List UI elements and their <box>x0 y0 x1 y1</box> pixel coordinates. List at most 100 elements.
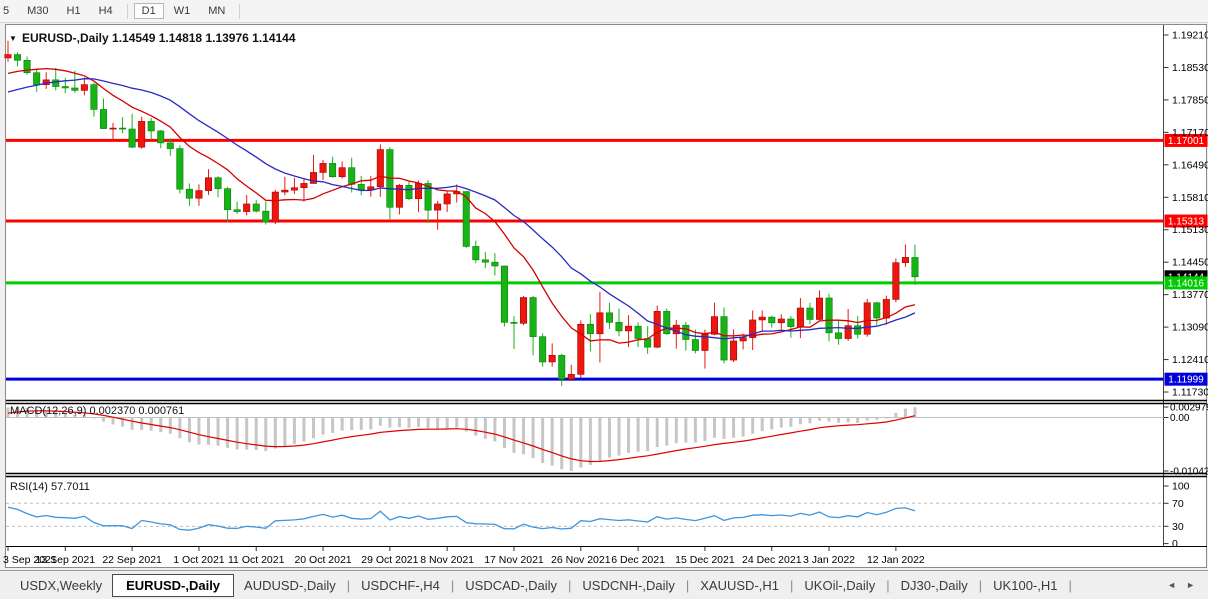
macd-histogram-bar <box>169 417 172 433</box>
macd-histogram-bar <box>665 417 668 445</box>
macd-histogram-bar <box>341 417 344 430</box>
macd-histogram-bar <box>646 417 649 451</box>
timeframe-button-MN[interactable]: MN <box>200 3 233 19</box>
macd-histogram-bar <box>608 417 611 457</box>
candle <box>243 204 249 212</box>
candle <box>616 322 622 331</box>
candle <box>434 204 440 210</box>
macd-histogram-bar <box>694 417 697 442</box>
tab-divider: | <box>1067 578 1072 593</box>
macd-histogram-bar <box>789 417 792 426</box>
date-label: 13 Sep 2021 <box>36 554 96 566</box>
price-tick-label: 1.17850 <box>1172 94 1208 106</box>
chart-tab-usdcnh-daily[interactable]: USDCNH-,Daily <box>572 575 684 596</box>
macd-histogram-bar <box>656 417 659 447</box>
macd-histogram-bar <box>894 413 897 418</box>
timeframe-button-M30[interactable]: M30 <box>19 3 56 19</box>
tab-scroll-left-icon[interactable]: ◄ <box>1162 580 1181 590</box>
date-label: 15 Dec 2021 <box>675 554 735 566</box>
candle <box>91 85 97 110</box>
svg-text:1.14016: 1.14016 <box>1168 278 1205 289</box>
candle <box>119 128 125 129</box>
tab-scroll-right-icon[interactable]: ► <box>1181 580 1200 590</box>
macd-histogram-bar <box>331 417 334 432</box>
candle <box>874 303 880 318</box>
price-tick-label: 1.12410 <box>1172 354 1208 366</box>
price-tick-label: 1.15810 <box>1172 192 1208 204</box>
chart-tab-eurusd-daily[interactable]: EURUSD-,Daily <box>112 574 234 597</box>
chart-tab-ukoil-daily[interactable]: UKOil-,Daily <box>794 575 885 596</box>
timeframe-button-H4[interactable]: H4 <box>91 3 121 19</box>
candle <box>33 73 39 85</box>
timeframe-button-H1[interactable]: H1 <box>59 3 89 19</box>
candle <box>234 210 240 212</box>
candle <box>606 313 612 323</box>
chart-tab-usdx-weekly[interactable]: USDX,Weekly <box>10 575 112 596</box>
svg-text:1.11999: 1.11999 <box>1168 375 1204 386</box>
chart-tab-uk100-h1[interactable]: UK100-,H1 <box>983 575 1067 596</box>
candle <box>339 168 345 177</box>
candle <box>520 298 526 324</box>
timeframe-button-W1[interactable]: W1 <box>166 3 199 19</box>
chart-tab-dj30-daily[interactable]: DJ30-,Daily <box>891 575 978 596</box>
macd-histogram-bar <box>197 417 200 444</box>
candle <box>301 183 307 187</box>
candle <box>415 183 421 198</box>
macd-histogram-bar <box>388 417 391 427</box>
chart-tab-usdcad-daily[interactable]: USDCAD-,Daily <box>455 575 567 596</box>
candle <box>196 191 202 199</box>
candle <box>253 204 259 211</box>
macd-histogram-bar <box>589 417 592 465</box>
macd-histogram-bar <box>551 417 554 465</box>
price-tick-label: 1.16490 <box>1172 159 1208 171</box>
chart-tab-audusd-daily[interactable]: AUDUSD-,Daily <box>234 575 346 596</box>
date-label: 11 Oct 2021 <box>228 554 285 566</box>
candle <box>559 355 565 379</box>
candle <box>406 185 412 198</box>
chart-tab-usdchf-h4[interactable]: USDCHF-,H4 <box>351 575 450 596</box>
candle <box>358 184 364 189</box>
candle <box>692 340 698 351</box>
timeframe-button-D1[interactable]: D1 <box>134 3 164 19</box>
macd-histogram-bar <box>112 417 115 424</box>
macd-histogram-bar <box>350 417 353 430</box>
macd-histogram-bar <box>770 417 773 429</box>
candle <box>110 128 116 129</box>
candle <box>148 121 154 131</box>
macd-histogram-bar <box>780 417 783 427</box>
chart-tab-bar: USDX,WeeklyEURUSD-,DailyAUDUSD-,Daily | US… <box>0 570 1208 599</box>
chart-canvas[interactable]: 1.141441.170011.153131.140161.119991.192… <box>0 24 1208 570</box>
candle <box>377 150 383 187</box>
candle <box>683 325 689 339</box>
candle <box>511 322 517 323</box>
macd-histogram-bar <box>92 417 95 418</box>
chart-expand-icon[interactable]: ▼ <box>9 34 17 43</box>
candle <box>807 308 813 319</box>
macd-tick-label: 0.002979 <box>1170 403 1208 414</box>
candle <box>769 317 775 323</box>
candle <box>711 317 717 335</box>
macd-histogram-bar <box>427 417 430 428</box>
rsi-tick-label: 30 <box>1172 521 1184 533</box>
macd-histogram-bar <box>369 417 372 429</box>
candle <box>854 326 860 335</box>
macd-histogram-bar <box>493 417 496 441</box>
candle <box>578 324 584 374</box>
macd-histogram-bar <box>808 417 811 423</box>
price-tick-label: 1.13090 <box>1172 322 1208 334</box>
macd-histogram-bar <box>541 417 544 462</box>
price-tick-label: 1.15130 <box>1172 224 1208 236</box>
macd-histogram-bar <box>723 417 726 438</box>
macd-tick-label: 0.00 <box>1170 413 1190 424</box>
metatrader-window: { "toolbar": { "timeframes": [ {"label":… <box>0 0 1208 599</box>
candle <box>282 190 288 192</box>
price-tick-label: 1.11730 <box>1172 387 1208 399</box>
chart-window[interactable]: ▼ EURUSD-,Daily 1.14549 1.14818 1.13976 … <box>0 24 1208 570</box>
candle <box>625 326 631 331</box>
candle <box>5 55 11 58</box>
macd-histogram-bar <box>188 417 191 442</box>
macd-histogram-bar <box>847 417 850 422</box>
macd-histogram-bar <box>512 417 515 453</box>
timeframe-button-5[interactable]: 5 <box>1 3 17 19</box>
chart-tab-xauusd-h1[interactable]: XAUUSD-,H1 <box>690 575 789 596</box>
